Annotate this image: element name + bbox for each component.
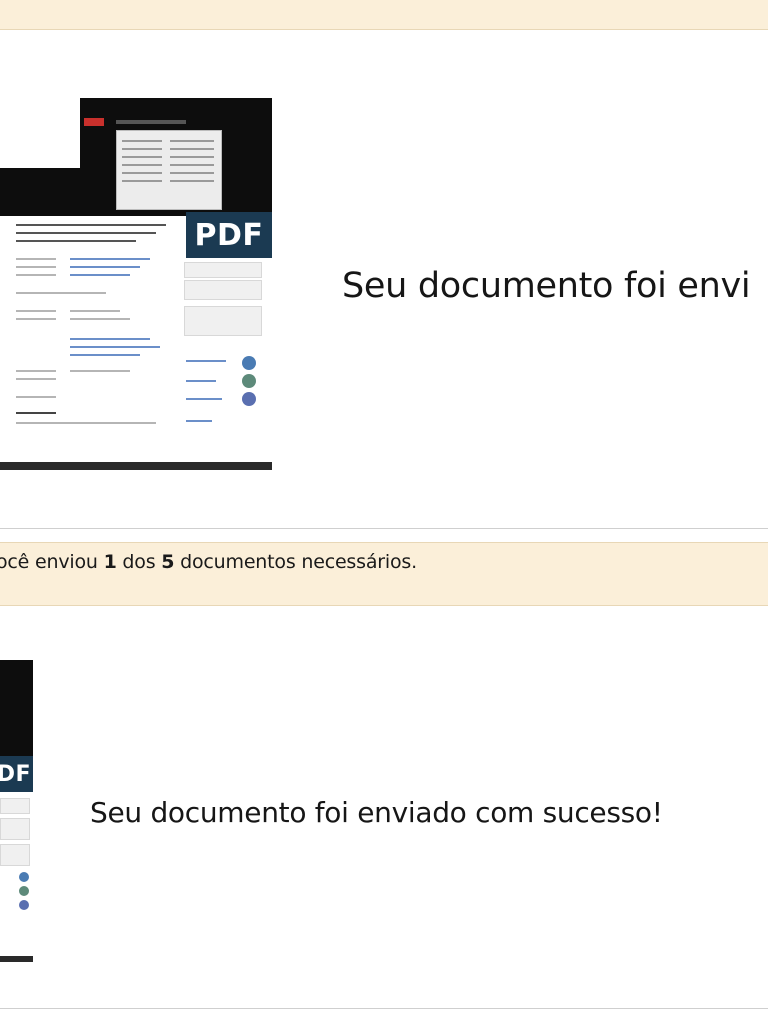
progress-banner: ocê enviou 1 dos 5 documentos necessário… xyxy=(0,542,768,606)
share-icon xyxy=(19,886,29,896)
upload-success-message: Seu documento foi enviado com sucesso! xyxy=(90,796,663,829)
upload-success-message: Seu documento foi envi xyxy=(342,266,751,306)
total-count: 5 xyxy=(161,551,175,573)
share-icon xyxy=(242,392,256,406)
divider xyxy=(0,528,768,529)
sent-count: 1 xyxy=(103,551,117,573)
share-icon xyxy=(242,374,256,388)
documents-progress-text: ocê enviou 1 dos 5 documentos necessário… xyxy=(0,551,417,573)
share-icon xyxy=(19,900,29,910)
document-thumbnail[interactable]: DF xyxy=(0,660,33,962)
viewer-logo xyxy=(84,118,104,126)
divider xyxy=(0,1008,768,1009)
pdf-badge: PDF xyxy=(186,212,272,258)
pdf-badge: DF xyxy=(0,756,33,792)
notice-banner-top xyxy=(0,0,768,30)
viewer-blank xyxy=(0,98,80,168)
document-thumbnail[interactable]: PDF xyxy=(0,98,272,470)
page-preview xyxy=(116,130,222,210)
viewer-dark-left xyxy=(0,168,80,216)
share-icon xyxy=(242,356,256,370)
share-icon xyxy=(19,872,29,882)
